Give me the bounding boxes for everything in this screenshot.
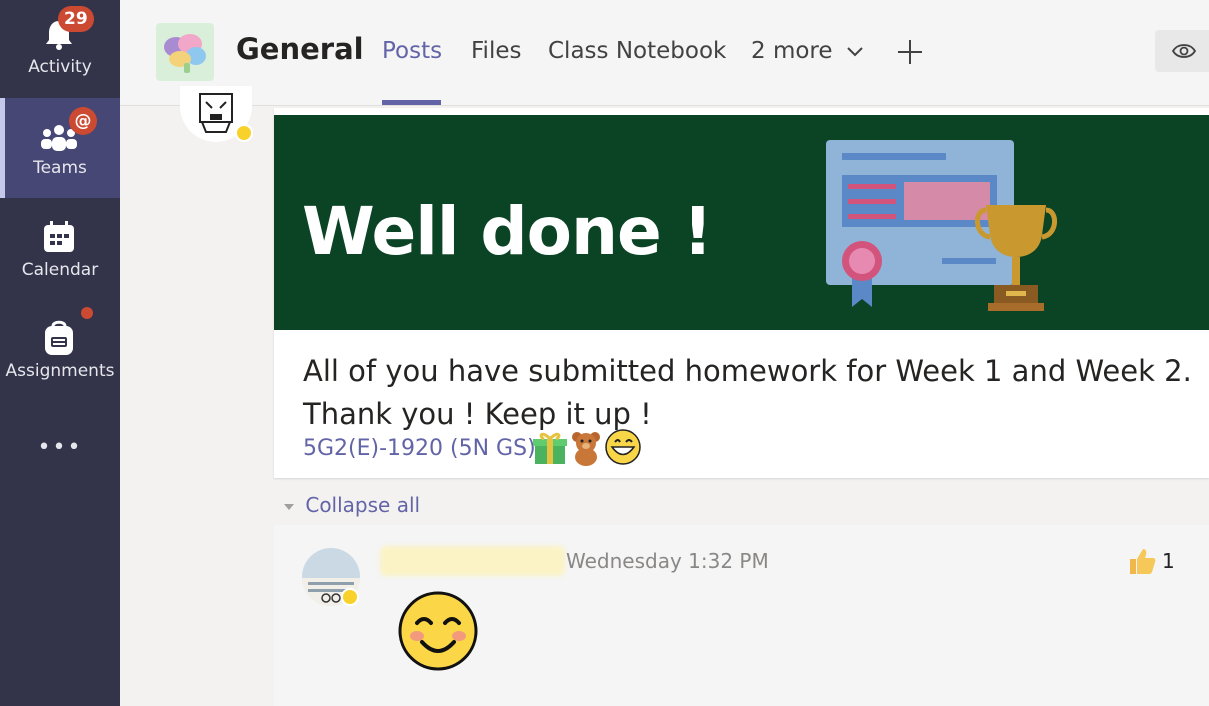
calendar-icon xyxy=(44,221,74,252)
rail-calendar[interactable]: Calendar xyxy=(0,200,120,300)
channel-header: General Posts Files Class Notebook 2 mor… xyxy=(120,0,1209,106)
app-rail: 29 Activity @ Teams Calendar Assignments… xyxy=(0,0,120,706)
rail-teams[interactable]: @ Teams xyxy=(0,98,120,198)
follow-channel-button[interactable] xyxy=(1155,30,1209,72)
smiling-face-emoji-icon xyxy=(398,591,478,671)
redacted-author-name xyxy=(380,546,565,576)
rail-activity-label: Activity xyxy=(28,57,92,77)
away-status-icon xyxy=(235,124,253,142)
activity-badge: 29 xyxy=(58,6,94,32)
post-message: All of you have submitted homework for W… xyxy=(303,354,1192,431)
grinning-face-emoji-icon xyxy=(605,429,641,465)
tab-more-label: 2 more xyxy=(751,38,833,64)
assignments-dot xyxy=(81,307,93,319)
brain-icon xyxy=(164,34,206,73)
caret-down-icon xyxy=(284,504,294,510)
collapse-all-link[interactable]: Collapse all xyxy=(283,493,420,517)
gift-emoji-icon xyxy=(533,432,567,464)
teddy-bear-emoji-icon xyxy=(572,432,600,466)
tab-posts[interactable]: Posts xyxy=(382,38,442,64)
rail-calendar-label: Calendar xyxy=(21,260,99,280)
mention-badge: @ xyxy=(69,107,97,135)
praise-banner: Well done ! xyxy=(274,115,1209,330)
active-tab-indicator xyxy=(382,100,441,105)
thumbs-up-icon[interactable] xyxy=(1127,546,1157,576)
tab-more[interactable]: 2 more xyxy=(751,38,864,64)
chevron-down-icon xyxy=(847,47,863,57)
rail-assignments-label: Assignments xyxy=(5,361,115,381)
channel-title: General xyxy=(236,32,364,66)
reply-timestamp: Wednesday 1:32 PM xyxy=(566,549,769,573)
add-tab-button[interactable] xyxy=(896,38,924,69)
backpack-icon xyxy=(45,320,73,355)
collapse-all-label: Collapse all xyxy=(305,493,421,517)
rail-assignments[interactable]: Assignments xyxy=(0,300,120,400)
more-icon: ••• xyxy=(37,435,83,460)
post-card: Well done ! All of you have submitted ho… xyxy=(274,108,1209,478)
reply-away-status-icon xyxy=(341,588,359,606)
eye-icon xyxy=(1172,44,1196,58)
plus-icon xyxy=(898,40,922,64)
channel-mention-link[interactable]: 5G2(E)-1920 (5N GS) xyxy=(303,436,536,461)
banner-text: Well done ! xyxy=(302,193,713,270)
rail-activity[interactable]: 29 Activity xyxy=(0,0,120,100)
tab-files[interactable]: Files xyxy=(471,38,521,64)
tab-class-notebook[interactable]: Class Notebook xyxy=(548,38,726,64)
certificate-trophy-icon xyxy=(826,140,1057,311)
rail-teams-label: Teams xyxy=(33,158,87,178)
team-logo xyxy=(156,23,214,81)
like-count: 1 xyxy=(1162,549,1175,573)
rail-more-apps[interactable]: ••• xyxy=(0,425,120,475)
